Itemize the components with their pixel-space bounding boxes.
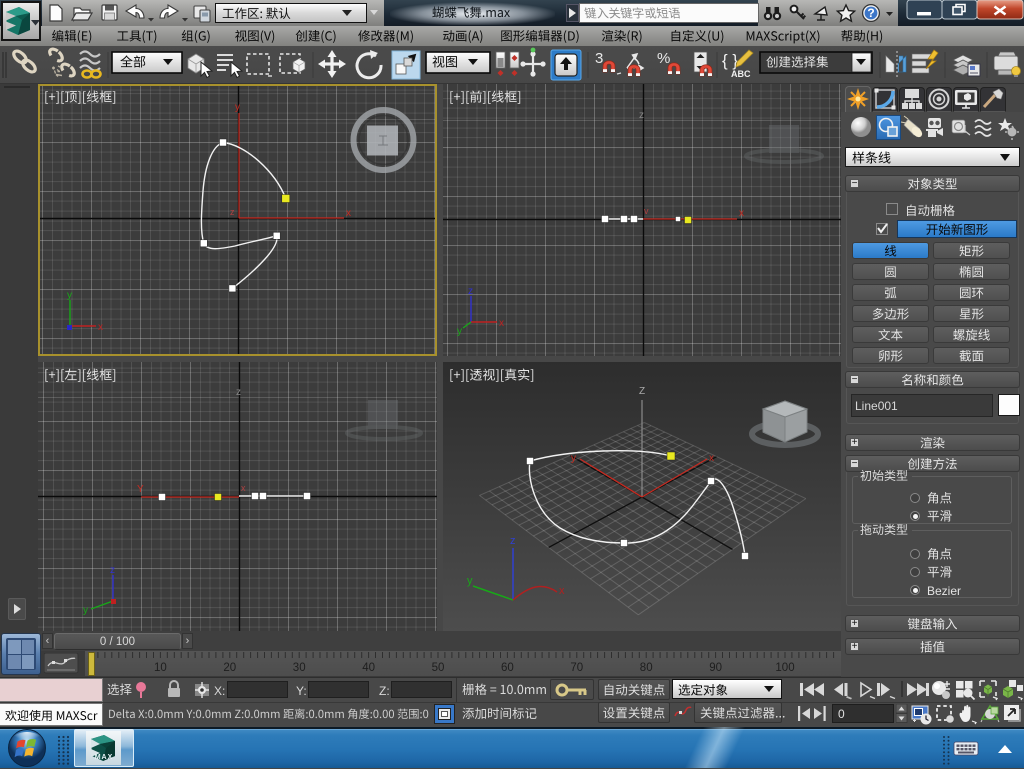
svg-text:z: z (236, 387, 241, 398)
svg-text:40: 40 (362, 662, 375, 674)
svg-text:z: z (510, 535, 516, 547)
svg-text:80: 80 (640, 662, 653, 674)
svg-text:10: 10 (154, 662, 167, 674)
svg-text:z: z (110, 565, 115, 576)
svg-text:y: y (571, 453, 576, 464)
svg-text:x: x (709, 453, 714, 464)
svg-text:30: 30 (293, 662, 306, 674)
svg-text:3: 3 (595, 50, 603, 67)
svg-text:y: y (457, 326, 462, 337)
svg-text:?: ? (867, 6, 874, 20)
svg-text:50: 50 (432, 662, 445, 674)
svg-text:z: z (639, 110, 644, 121)
svg-text:70: 70 (570, 662, 583, 674)
svg-text:y: y (83, 605, 88, 616)
svg-text:x: x (241, 483, 246, 493)
svg-text:z: z (230, 207, 235, 217)
svg-text:ABC: ABC (731, 69, 751, 79)
svg-text:x: x (739, 208, 744, 219)
svg-text:Z: Z (639, 386, 645, 397)
svg-text:Y: Y (137, 484, 144, 495)
svg-text:v: v (644, 206, 649, 216)
svg-text:y: y (467, 575, 473, 587)
svg-text:z: z (468, 286, 473, 297)
svg-text:60: 60 (501, 662, 514, 674)
svg-text:x: x (499, 318, 504, 329)
svg-text:%: % (657, 50, 670, 67)
svg-text:100: 100 (775, 662, 794, 674)
svg-text:x: x (98, 322, 103, 333)
svg-text:90: 90 (709, 662, 722, 674)
svg-text:y: y (67, 290, 72, 301)
svg-text:x: x (559, 585, 565, 597)
svg-text:x: x (346, 208, 351, 219)
svg-text:y: y (235, 102, 240, 113)
svg-text:20: 20 (223, 662, 236, 674)
